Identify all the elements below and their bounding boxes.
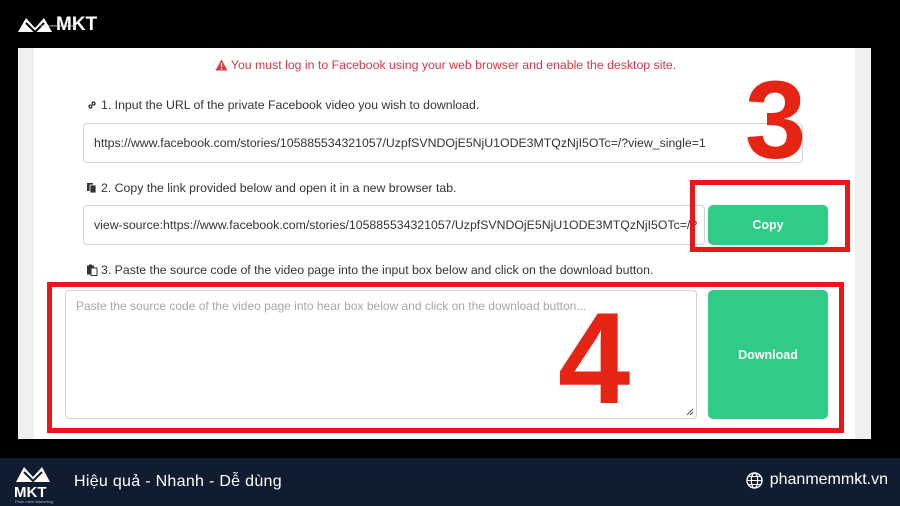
view-source-link-field[interactable]: view-source:https://www.facebook.com/sto… [83, 205, 705, 245]
copy-highlight-frame [690, 180, 850, 252]
logo-tagline: Phần mềm Marketing [38, 23, 77, 28]
copy-icon [87, 183, 97, 194]
warning-icon [215, 59, 228, 71]
website-text: phanmemmkt.vn [769, 471, 888, 488]
footer-bar: MKT Phần mềm Marketing Hiệu quả - Nhanh … [0, 458, 900, 506]
globe-icon [746, 471, 763, 489]
paste-highlight-frame [47, 282, 844, 433]
step-1-label: 1. Input the URL of the private Facebook… [86, 98, 479, 112]
footer-logo-icon [16, 467, 50, 483]
alert-text: You must log in to Facebook using your w… [230, 58, 677, 72]
step-3-text: 3. Paste the source code of the video pa… [101, 263, 654, 277]
paste-icon [87, 264, 98, 276]
step-3-label: 3. Paste the source code of the video pa… [86, 263, 653, 277]
step-2-text: 2. Copy the link provided below and open… [101, 181, 457, 195]
step-4-number: 4 [558, 285, 631, 431]
step-3-number: 3 [745, 59, 807, 182]
footer-slogan: Hiệu quả - Nhanh - Dễ dùng [74, 473, 282, 490]
step-1-text: 1. Input the URL of the private Facebook… [101, 98, 480, 112]
view-source-link-value: view-source:https://www.facebook.com/sto… [94, 218, 698, 232]
footer-logo-tagline: Phần mềm Marketing [15, 499, 54, 504]
video-url-input[interactable]: https://www.facebook.com/stories/1058855… [83, 123, 803, 163]
link-icon [88, 101, 96, 109]
video-url-value: https://www.facebook.com/stories/1058855… [94, 136, 706, 150]
website-link[interactable]: phanmemmkt.vn [746, 471, 888, 489]
step-2-label: 2. Copy the link provided below and open… [86, 181, 456, 195]
